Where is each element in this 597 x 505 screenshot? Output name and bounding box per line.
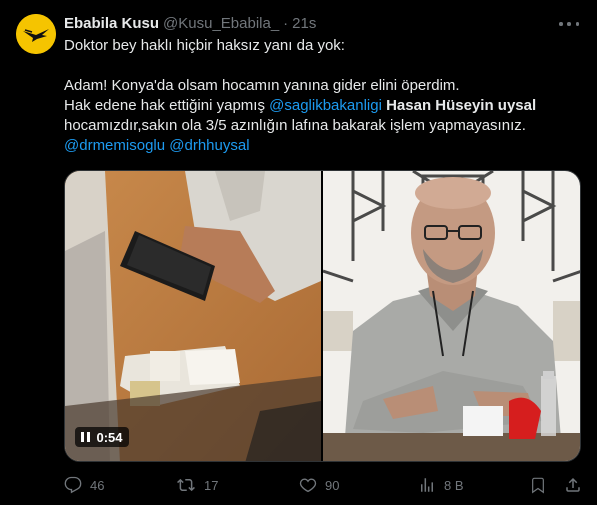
bookmark-button[interactable]: [530, 474, 546, 496]
video-thumbnail[interactable]: 0:54: [65, 171, 321, 461]
separator-dot: ·: [283, 15, 289, 32]
user-handle[interactable]: @Kusu_Ebabila_: [163, 14, 279, 34]
tweet-text: Doktor bey haklı hiçbir haksız yanı da y…: [64, 36, 584, 156]
tweet-header: Ebabila Kusu @Kusu_Ebabila_ · 21s: [64, 14, 316, 34]
tweet-line: Hak edene hak ettiğini yapmış @saglikbak…: [64, 96, 584, 116]
retweet-count: 17: [204, 477, 219, 493]
reply-button[interactable]: 46: [64, 474, 104, 496]
desk-scene-image: [65, 171, 321, 461]
like-count: 90: [325, 477, 340, 493]
reply-count: 46: [90, 477, 105, 493]
mention-link[interactable]: @drmemisoglu: [64, 137, 165, 154]
retweet-button[interactable]: 17: [176, 474, 218, 496]
bookmark-icon: [532, 477, 544, 494]
action-bar: 46 17 90 8 B: [64, 474, 584, 496]
tweet-line: Doktor bey haklı hiçbir haksız yanı da y…: [64, 37, 345, 54]
bird-logo-icon: [16, 14, 56, 54]
share-button[interactable]: [564, 474, 582, 496]
pause-icon[interactable]: [81, 432, 90, 442]
views-button[interactable]: 8 B: [418, 474, 464, 496]
mention-link[interactable]: @saglikbakanligi: [269, 97, 382, 114]
timestamp[interactable]: 21s: [292, 14, 316, 34]
media-container[interactable]: 0:54: [64, 170, 581, 462]
display-name[interactable]: Ebabila Kusu: [64, 14, 159, 34]
bold-name: Hasan Hüseyin uysal: [386, 97, 537, 114]
mention-link[interactable]: @drhhuysal: [169, 137, 249, 154]
tweet-text-segment: Hak edene hak ettiğini yapmış: [64, 97, 270, 114]
heart-icon: [299, 478, 317, 493]
tweet-line: hocamızdır,sakın ola 3/5 azınlığın lafın…: [64, 117, 526, 134]
reply-icon: [64, 476, 82, 494]
video-duration: 0:54: [96, 429, 123, 445]
retweet-icon: [177, 478, 195, 492]
man-portrait-image: [323, 171, 580, 461]
portrait-image[interactable]: [323, 171, 580, 461]
video-time-badge[interactable]: 0:54: [75, 427, 129, 447]
tweet-card[interactable]: Ebabila Kusu @Kusu_Ebabila_ · 21s Doktor…: [0, 0, 597, 505]
avatar[interactable]: [16, 14, 56, 54]
views-chart-icon: [421, 478, 433, 492]
tweet-line: Adam! Konya'da olsam hocamın yanına gide…: [64, 77, 460, 94]
like-button[interactable]: 90: [299, 474, 339, 496]
more-options-icon[interactable]: [559, 16, 579, 32]
tweet-line: @drmemisoglu @drhhuysal: [64, 136, 584, 156]
views-count: 8 B: [444, 477, 464, 493]
share-icon: [566, 477, 580, 492]
